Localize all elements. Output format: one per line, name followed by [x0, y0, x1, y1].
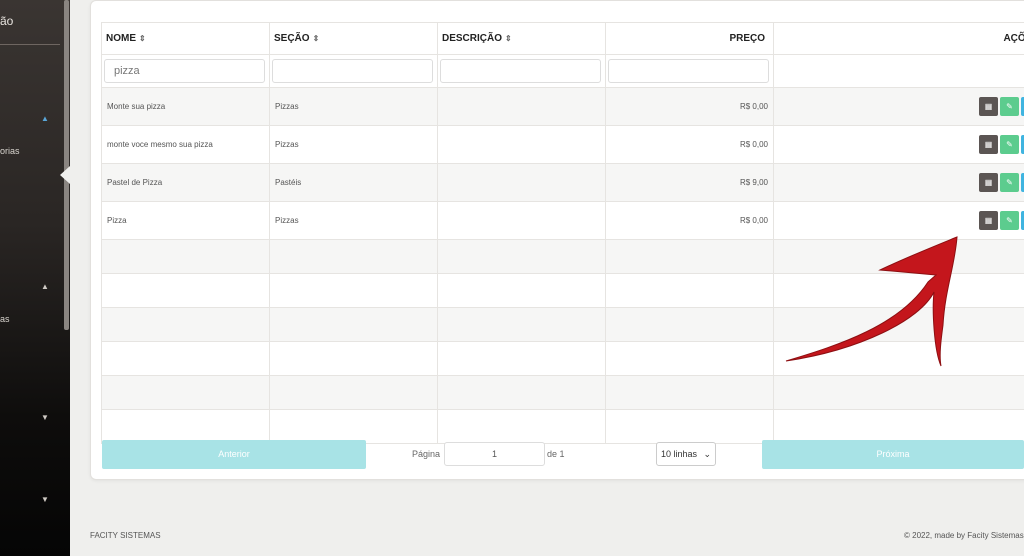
- rows-per-page-select[interactable]: 10 linhas ⌄: [656, 442, 716, 466]
- edit-icon[interactable]: ✎: [1000, 135, 1019, 154]
- cell-price: R$ 0,00: [605, 201, 774, 240]
- cell-name: Monte sua pizza: [101, 87, 270, 126]
- table-row[interactable]: Pizza Pizzas R$ 0,00 ▦✎❐✖: [101, 201, 1024, 240]
- empty-row: [101, 307, 1024, 342]
- column-header-actions: AÇÕES: [773, 22, 1024, 55]
- sidebar-item-label[interactable]: as: [0, 314, 10, 324]
- cell-name: monte voce mesmo sua pizza: [101, 125, 270, 164]
- grid-icon[interactable]: ▦: [979, 97, 998, 116]
- cell-name: Pastel de Pizza: [101, 163, 270, 202]
- previous-page-button[interactable]: Anterior: [102, 440, 366, 469]
- page-count-label: de 1: [547, 449, 565, 459]
- grid-icon[interactable]: ▦: [979, 173, 998, 192]
- cell-section: Pizzas: [269, 201, 438, 240]
- cell-description: [437, 201, 606, 240]
- sort-icon[interactable]: ⇕: [505, 34, 512, 43]
- products-table: NOME⇕ SEÇÃO⇕ DESCRIÇÃO⇕ PREÇO AÇÕES Mont…: [101, 22, 1024, 444]
- filter-price-input[interactable]: [608, 59, 769, 83]
- cell-price: R$ 0,00: [605, 125, 774, 164]
- column-header-description[interactable]: DESCRIÇÃO ⇕: [437, 22, 606, 55]
- filter-section-input[interactable]: [272, 59, 433, 83]
- empty-row: [101, 341, 1024, 376]
- chevron-down-icon[interactable]: ▼: [41, 414, 49, 422]
- empty-row: [101, 273, 1024, 308]
- empty-row: [101, 409, 1024, 444]
- active-item-pointer: [60, 166, 70, 184]
- chevron-up-icon[interactable]: ▲: [41, 283, 49, 291]
- table-row[interactable]: Pastel de Pizza Pastéis R$ 9,00 ▦✎❐✖: [101, 163, 1024, 202]
- cell-name: Pizza: [101, 201, 270, 240]
- column-header-price[interactable]: PREÇO: [605, 22, 774, 55]
- sidebar-item-label[interactable]: orias: [0, 146, 20, 156]
- cell-section: Pizzas: [269, 87, 438, 126]
- sort-icon[interactable]: ⇕: [313, 34, 320, 43]
- filter-description-input[interactable]: [440, 59, 601, 83]
- table-row[interactable]: Monte sua pizza Pizzas R$ 0,00 ▦✎❐✖: [101, 87, 1024, 126]
- chevron-down-icon[interactable]: ▼: [41, 496, 49, 504]
- sort-icon[interactable]: ⇕: [139, 34, 146, 43]
- cell-section: Pizzas: [269, 125, 438, 164]
- column-header-name[interactable]: NOME ⇕: [101, 22, 270, 55]
- sidebar: ão ▲ orias ▲ as ▼ ▼: [0, 0, 70, 556]
- rows-per-page-value: 10 linhas: [661, 449, 698, 459]
- footer-brand: FACITY SISTEMAS: [90, 531, 161, 540]
- grid-icon[interactable]: ▦: [979, 135, 998, 154]
- edit-icon[interactable]: ✎: [1000, 211, 1019, 230]
- chevron-up-icon[interactable]: ▲: [41, 115, 49, 123]
- cell-price: R$ 0,00: [605, 87, 774, 126]
- cell-description: [437, 125, 606, 164]
- empty-row: [101, 239, 1024, 274]
- filter-name-input[interactable]: [104, 59, 265, 83]
- chevron-down-icon: ⌄: [703, 449, 711, 459]
- page-label: Página: [412, 449, 441, 459]
- next-page-button[interactable]: Próxima: [762, 440, 1024, 469]
- empty-row: [101, 375, 1024, 410]
- cell-section: Pastéis: [269, 163, 438, 202]
- cell-description: [437, 87, 606, 126]
- cell-description: [437, 163, 606, 202]
- sidebar-divider: [0, 44, 60, 45]
- column-header-section[interactable]: SEÇÃO ⇕: [269, 22, 438, 55]
- sidebar-scrollbar[interactable]: [64, 0, 69, 330]
- cell-price: R$ 9,00: [605, 163, 774, 202]
- table-row[interactable]: monte voce mesmo sua pizza Pizzas R$ 0,0…: [101, 125, 1024, 164]
- footer-copyright: © 2022, made by Facity Sistemas: [904, 531, 1024, 540]
- sidebar-item-label[interactable]: ão: [0, 14, 13, 28]
- edit-icon[interactable]: ✎: [1000, 173, 1019, 192]
- grid-icon[interactable]: ▦: [979, 211, 998, 230]
- edit-icon[interactable]: ✎: [1000, 97, 1019, 116]
- page-number-input[interactable]: 1: [444, 442, 545, 466]
